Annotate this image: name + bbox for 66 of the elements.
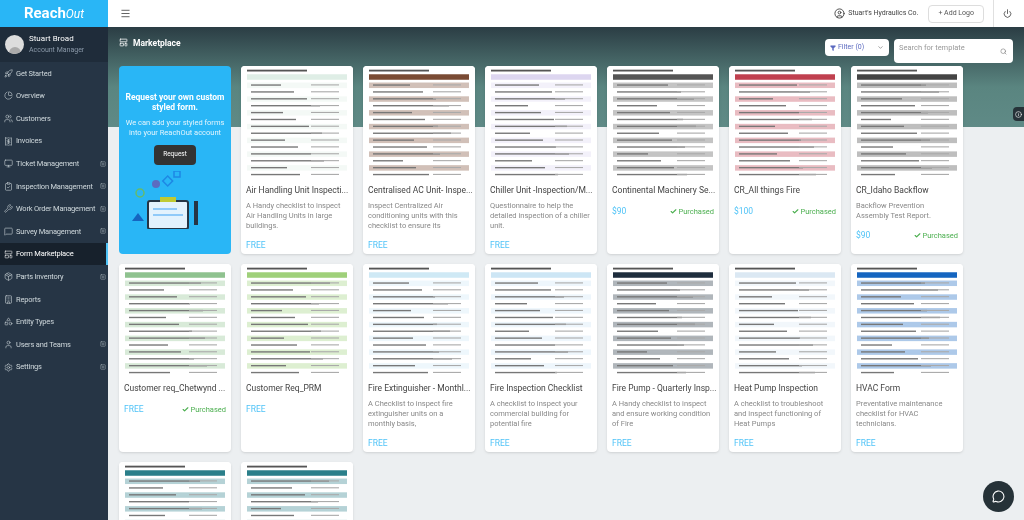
user-name: Stuart Broad — [29, 33, 75, 46]
price-label: FREE — [368, 436, 388, 450]
menu-icon — [4, 136, 13, 146]
page-title: Marketplace — [133, 37, 181, 50]
expand-icon[interactable] — [100, 341, 106, 348]
template-title: Chiller Unit -Inspection/M... — [490, 184, 592, 197]
menu-icon — [4, 249, 13, 259]
price-label: FREE — [246, 238, 266, 252]
price-label: FREE — [490, 238, 510, 252]
price-label: FREE — [368, 238, 388, 252]
menu-icon[interactable] — [120, 8, 131, 19]
template-title: Fire Extinguisher - Monthl... — [368, 382, 470, 395]
chat-icon — [992, 490, 1005, 503]
company-icon — [834, 8, 846, 19]
expand-icon[interactable] — [100, 183, 106, 190]
info-icon — [1015, 110, 1022, 118]
template-title: Air Handling Unit Inspecti... — [246, 184, 348, 197]
menu-icon — [4, 226, 13, 236]
menu-icon — [4, 272, 13, 282]
template-title: Customer req_Chetwynd ... — [124, 382, 226, 395]
template-title: Centralised AC Unit- Inspe... — [368, 184, 470, 197]
marketplace-icon — [119, 38, 128, 47]
template-title: CR_Idaho Backflow — [856, 184, 930, 197]
menu-icon — [4, 91, 13, 101]
menu-icon — [4, 114, 13, 123]
template-title: Heat Pump Inspection — [734, 382, 819, 395]
template-title: CR_All things Fire — [734, 184, 801, 197]
price-label: FREE — [612, 436, 632, 450]
expand-icon[interactable] — [100, 364, 106, 370]
price-label: FREE — [856, 436, 876, 450]
template-title: Customer Req_PRM — [246, 382, 323, 395]
template-title: Continental Machinery Se... — [612, 184, 714, 197]
menu-icon — [4, 362, 13, 372]
expand-icon[interactable] — [100, 160, 106, 167]
power-icon[interactable] — [1003, 9, 1012, 18]
menu-icon — [4, 204, 13, 214]
price-label: FREE — [246, 402, 266, 416]
check-icon — [670, 207, 678, 215]
template-title: Fire Pump - Quarterly Insp... — [612, 382, 714, 395]
menu-icon — [4, 317, 13, 327]
price-label: FREE — [734, 436, 754, 450]
filter-icon — [830, 44, 836, 51]
template-title: HVAC Form — [856, 382, 902, 395]
expand-icon[interactable] — [100, 228, 106, 235]
price-label: $90 — [612, 204, 627, 218]
template-title: Fire Inspection Checklist — [490, 382, 584, 395]
menu-icon — [4, 159, 13, 169]
template-card[interactable]: Customer Req_PRM FREE — [241, 264, 353, 452]
price-label: FREE — [490, 436, 510, 450]
price-label: $100 — [734, 204, 754, 218]
price-label: $90 — [856, 228, 871, 242]
expand-icon[interactable] — [100, 205, 106, 212]
check-icon — [792, 207, 800, 215]
menu-icon — [4, 68, 13, 78]
expand-icon[interactable] — [100, 273, 106, 280]
menu-icon — [4, 181, 13, 191]
search-icon[interactable] — [1000, 48, 1007, 55]
check-icon — [914, 231, 922, 239]
promo-title: Request your own custom styled form. — [125, 92, 225, 112]
price-label: FREE — [124, 402, 144, 416]
check-icon — [182, 405, 190, 413]
info-button[interactable] — [1013, 107, 1024, 121]
menu-icon — [4, 294, 13, 304]
menu-icon — [4, 339, 13, 349]
avatar — [5, 35, 24, 54]
caret-icon — [877, 44, 884, 51]
